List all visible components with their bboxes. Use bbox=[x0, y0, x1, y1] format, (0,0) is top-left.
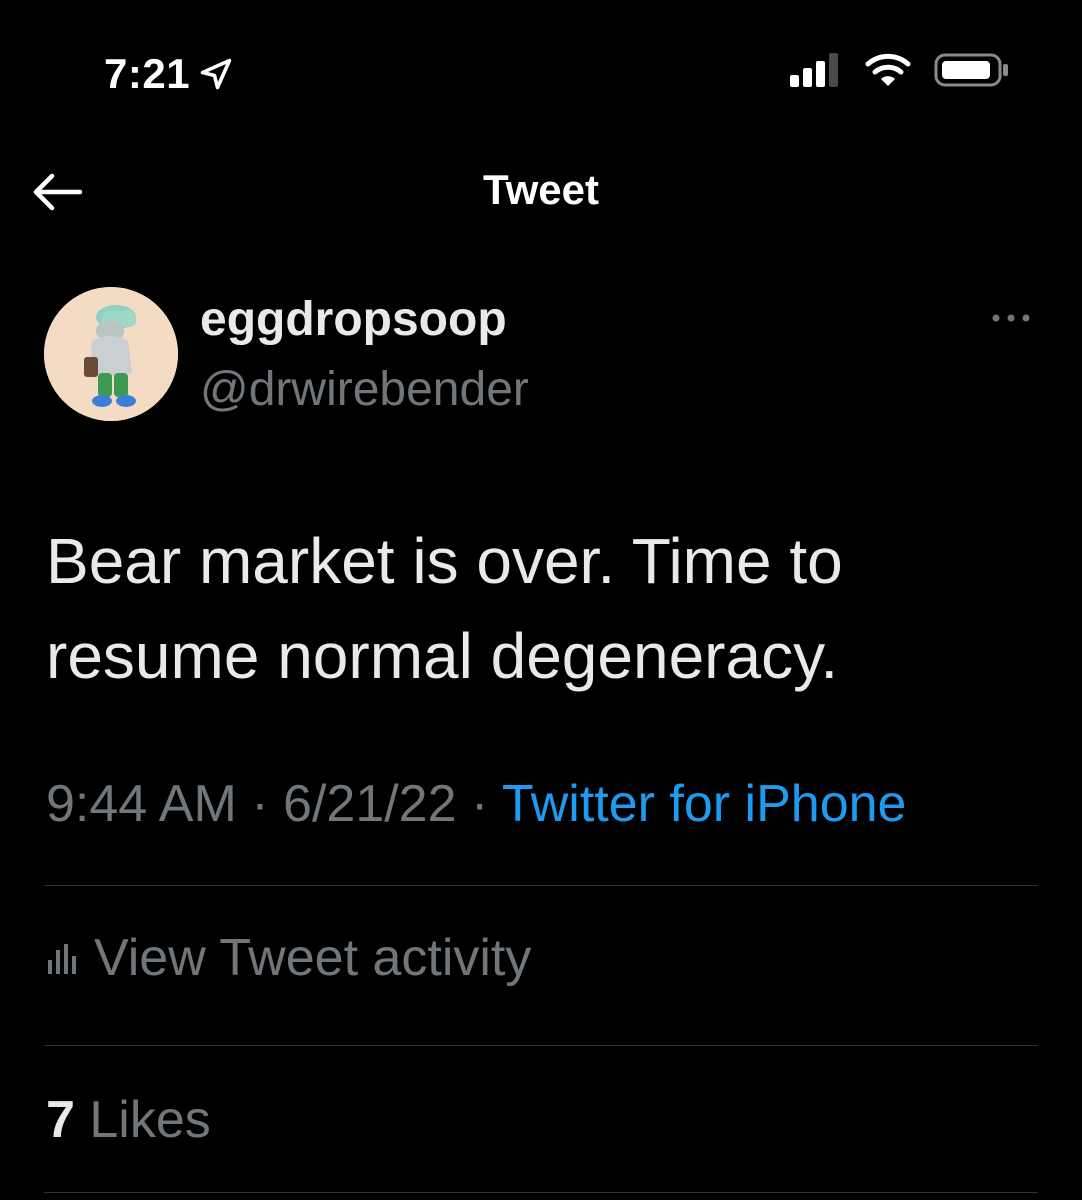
tweet-source-link[interactable]: Twitter for iPhone bbox=[502, 775, 907, 833]
status-bar-time: 7:21 bbox=[104, 50, 234, 98]
tweet-text: Bear market is over. Time to resume norm… bbox=[46, 525, 843, 692]
display-name[interactable]: eggdropsoop bbox=[200, 292, 507, 347]
view-tweet-activity-button[interactable]: View Tweet activity bbox=[46, 928, 531, 988]
divider bbox=[44, 1045, 1038, 1046]
tweet-date: 6/21/22 bbox=[283, 775, 457, 833]
likes-label: Likes bbox=[89, 1091, 211, 1149]
cartoon-avatar bbox=[44, 287, 178, 421]
likes-stat[interactable]: 7 Likes bbox=[46, 1090, 211, 1150]
user-handle[interactable]: @drwirebender bbox=[200, 362, 529, 417]
location-arrow-icon bbox=[200, 58, 232, 90]
avatar[interactable] bbox=[44, 287, 178, 421]
status-bar-indicators bbox=[790, 52, 1010, 88]
time-text: 7:21 bbox=[104, 50, 191, 97]
more-options-button[interactable] bbox=[990, 300, 1034, 336]
likes-count: 7 bbox=[46, 1091, 75, 1149]
meta-separator: · bbox=[470, 775, 489, 833]
divider bbox=[44, 885, 1038, 886]
tweet-meta: 9:44 AM · 6/21/22 · Twitter for iPhone bbox=[46, 774, 906, 834]
battery-icon bbox=[934, 53, 1008, 87]
activity-label: View Tweet activity bbox=[94, 929, 532, 987]
bar-chart-icon bbox=[48, 944, 76, 974]
tweet-time: 9:44 AM bbox=[46, 775, 237, 833]
signal-icon bbox=[790, 53, 838, 87]
meta-separator: · bbox=[251, 775, 269, 833]
page-title: Tweet bbox=[483, 166, 599, 213]
divider bbox=[44, 1192, 1038, 1193]
wifi-icon bbox=[865, 53, 911, 86]
more-dots-icon bbox=[992, 314, 1030, 322]
